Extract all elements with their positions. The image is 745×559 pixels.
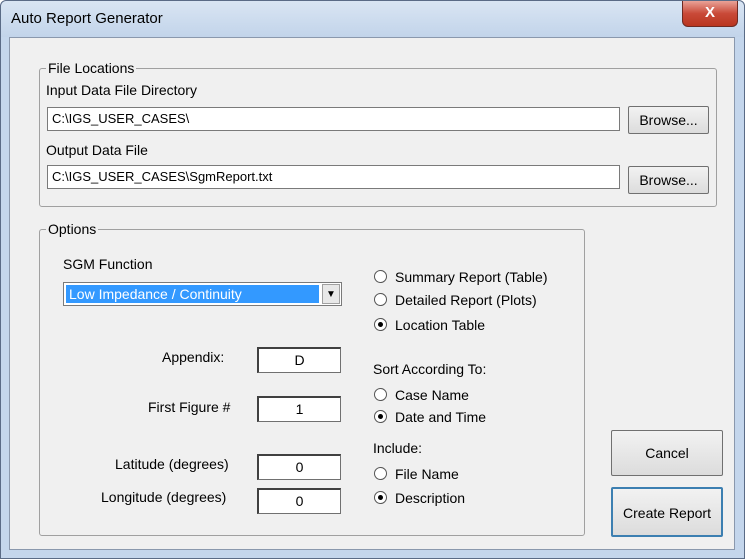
- radio-file-name[interactable]: File Name: [374, 466, 459, 482]
- appendix-field[interactable]: D: [257, 347, 341, 373]
- radio-label: File Name: [395, 466, 459, 482]
- title-bar: Auto Report Generator X: [1, 1, 744, 37]
- first-figure-label: First Figure #: [148, 399, 231, 415]
- latitude-label: Latitude (degrees): [115, 456, 229, 472]
- close-button[interactable]: X: [682, 1, 738, 27]
- radio-case-name[interactable]: Case Name: [374, 387, 469, 403]
- sgm-function-select[interactable]: Low Impedance / Continuity ▼: [63, 282, 342, 306]
- radio-circle: [374, 410, 387, 424]
- longitude-label: Longitude (degrees): [101, 489, 227, 505]
- chevron-down-icon[interactable]: ▼: [322, 284, 340, 304]
- radio-circle: [374, 293, 387, 307]
- radio-date-time[interactable]: Date and Time: [374, 409, 486, 425]
- output-file-field[interactable]: C:\IGS_USER_CASES\SgmReport.txt: [47, 165, 620, 189]
- cancel-button[interactable]: Cancel: [611, 430, 723, 476]
- radio-circle: [374, 318, 387, 332]
- radio-summary-report[interactable]: Summary Report (Table): [374, 269, 548, 285]
- sgm-function-value: Low Impedance / Continuity: [66, 285, 319, 303]
- radio-detailed-report[interactable]: Detailed Report (Plots): [374, 292, 537, 308]
- radio-description[interactable]: Description: [374, 490, 465, 506]
- radio-label: Detailed Report (Plots): [395, 292, 537, 308]
- radio-label: Description: [395, 490, 466, 506]
- radio-location-table[interactable]: Location Table: [374, 317, 485, 333]
- sort-label: Sort According To:: [373, 361, 487, 377]
- radio-circle: [374, 270, 387, 284]
- longitude-field[interactable]: 0: [257, 488, 341, 514]
- browse-output-button[interactable]: Browse...: [628, 166, 709, 194]
- options-legend: Options: [46, 221, 99, 237]
- first-figure-field[interactable]: 1: [257, 396, 341, 422]
- include-label: Include:: [373, 440, 423, 456]
- sgm-function-label: SGM Function: [63, 256, 153, 272]
- appendix-label: Appendix:: [162, 349, 225, 365]
- radio-label: Location Table: [395, 317, 486, 333]
- dialog-window: Auto Report Generator X File Locations I…: [0, 0, 745, 559]
- browse-input-button[interactable]: Browse...: [628, 106, 709, 134]
- dialog-body: File Locations Input Data File Directory…: [9, 37, 735, 550]
- input-directory-field[interactable]: C:\IGS_USER_CASES\: [47, 107, 620, 131]
- close-icon: X: [704, 4, 715, 21]
- input-directory-label: Input Data File Directory: [46, 82, 197, 98]
- radio-circle: [374, 491, 387, 505]
- create-report-button[interactable]: Create Report: [611, 487, 723, 537]
- radio-label: Case Name: [395, 387, 469, 403]
- radio-label: Summary Report (Table): [395, 269, 548, 285]
- radio-circle: [374, 467, 387, 481]
- latitude-field[interactable]: 0: [257, 454, 341, 480]
- file-locations-legend: File Locations: [46, 60, 137, 76]
- output-file-label: Output Data File: [46, 142, 148, 158]
- window-title: Auto Report Generator: [11, 10, 163, 27]
- radio-circle: [374, 388, 387, 402]
- radio-label: Date and Time: [395, 409, 487, 425]
